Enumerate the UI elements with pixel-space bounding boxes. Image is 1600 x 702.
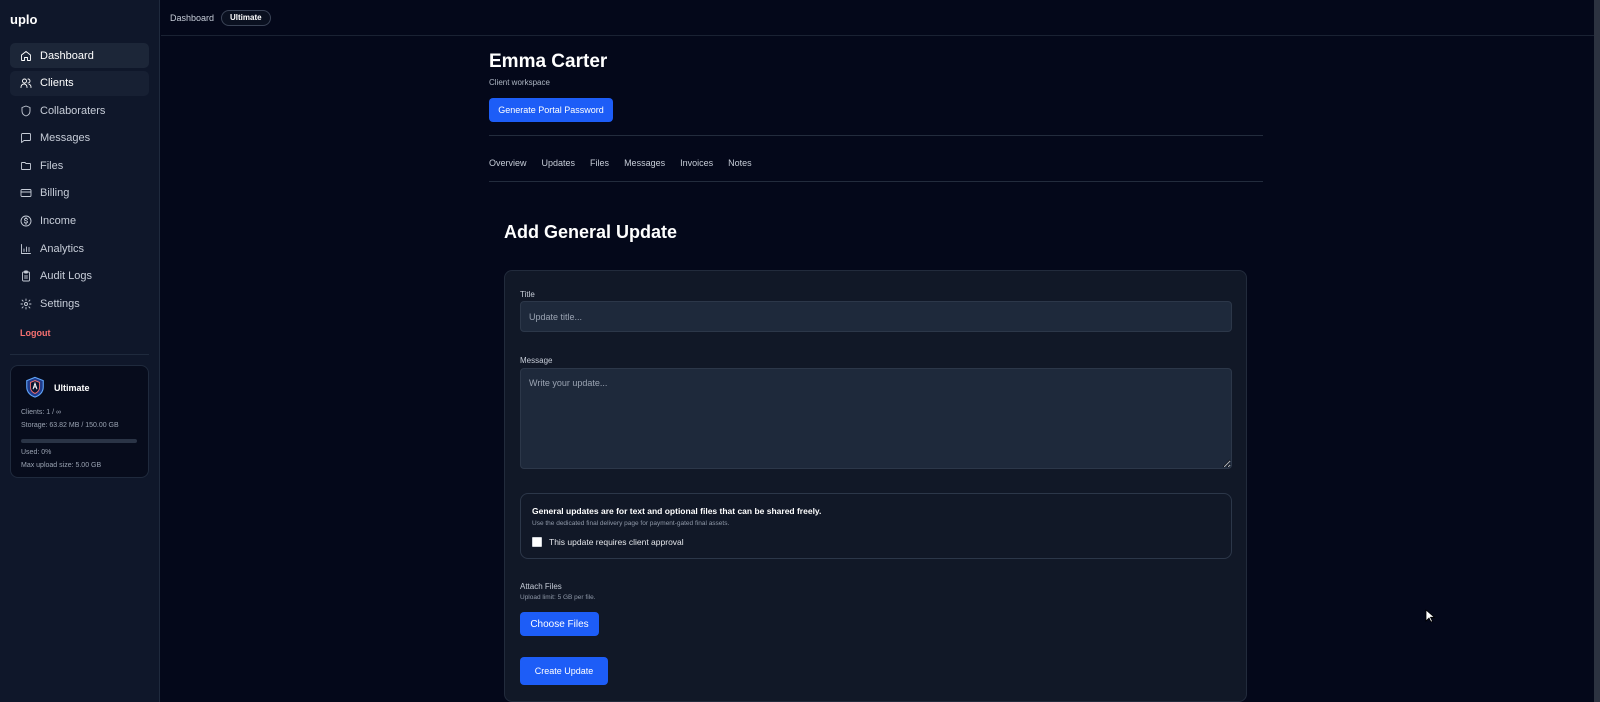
sidebar-item-billing[interactable]: Billing <box>10 181 149 206</box>
create-update-button[interactable]: Create Update <box>520 657 608 685</box>
tab-messages[interactable]: Messages <box>624 158 665 168</box>
sidebar: uplo Dashboard Clients Collaboraters Mes… <box>0 0 160 702</box>
tab-invoices[interactable]: Invoices <box>680 158 713 168</box>
sidebar-item-label: Income <box>40 215 77 228</box>
page-scrollbar[interactable] <box>1594 0 1600 702</box>
sidebar-item-collaboraters[interactable]: Collaboraters <box>10 98 149 123</box>
tab-notes[interactable]: Notes <box>728 158 752 168</box>
notice-subtitle: Use the dedicated final delivery page fo… <box>532 520 730 527</box>
sidebar-item-dashboard[interactable]: Dashboard <box>10 43 149 68</box>
bar-chart-icon <box>21 243 31 254</box>
sidebar-item-label: Files <box>40 159 64 172</box>
choose-files-button[interactable]: Choose Files <box>520 612 599 636</box>
title-label: Title <box>520 290 535 299</box>
divider <box>489 181 1263 182</box>
sidebar-item-label: Clients <box>40 77 74 90</box>
clipboard-icon <box>22 270 30 282</box>
mouse-cursor-icon <box>1425 609 1435 623</box>
message-textarea[interactable] <box>520 368 1232 469</box>
sidebar-item-messages[interactable]: Messages <box>10 126 149 151</box>
plan-name: Ultimate <box>54 383 90 393</box>
divider <box>489 135 1263 136</box>
plan-max-upload: Max upload size: 5.00 GB <box>21 462 102 469</box>
sidebar-item-label: Collaboraters <box>40 104 106 117</box>
shield-icon <box>21 105 31 117</box>
credit-card-icon <box>20 189 32 198</box>
logout-button[interactable]: Logout <box>20 328 51 338</box>
topbar: Dashboard Ultimate <box>161 0 1594 36</box>
client-approval-checkbox[interactable] <box>532 537 542 547</box>
client-name: Emma Carter <box>489 51 608 72</box>
plan-clients: Clients: 1 / ∞ <box>21 409 62 416</box>
sidebar-item-label: Analytics <box>40 242 85 255</box>
upload-limit-note: Upload limit: 5 GB per file. <box>520 594 596 601</box>
plan-storage: Storage: 63.82 MB / 150.00 GB <box>21 422 119 429</box>
sidebar-item-settings[interactable]: Settings <box>10 291 149 316</box>
sidebar-item-clients[interactable]: Clients <box>10 70 149 96</box>
message-icon <box>21 133 31 144</box>
sidebar-item-label: Billing <box>40 187 70 200</box>
sidebar-item-label: Messages <box>40 132 91 145</box>
message-label: Message <box>520 356 553 365</box>
client-approval-label[interactable]: This update requires client approval <box>549 537 684 547</box>
attach-files-label: Attach Files <box>520 582 562 591</box>
add-update-form: Title Message General updates are for te… <box>504 270 1247 702</box>
scrollbar-thumb[interactable] <box>1594 0 1600 702</box>
sidebar-item-audit-logs[interactable]: Audit Logs <box>10 264 149 289</box>
gear-icon <box>20 298 32 310</box>
notice-title: General updates are for text and optiona… <box>532 506 822 516</box>
sidebar-item-analytics[interactable]: Analytics <box>10 236 149 261</box>
update-notice-box: General updates are for text and optiona… <box>520 493 1232 559</box>
tab-overview[interactable]: Overview <box>489 158 527 168</box>
storage-progress-bar <box>21 439 137 443</box>
sidebar-item-income[interactable]: Income <box>10 209 149 234</box>
title-input[interactable] <box>520 301 1232 332</box>
plan-badge: Ultimate <box>221 10 271 26</box>
dollar-icon <box>20 215 32 227</box>
sidebar-item-files[interactable]: Files <box>10 153 149 178</box>
shield-badge-icon <box>26 376 44 398</box>
sidebar-item-label: Settings <box>40 297 80 310</box>
client-tabs: Overview Updates Files Messages Invoices… <box>489 158 767 168</box>
generate-portal-password-button[interactable]: Generate Portal Password <box>489 98 613 122</box>
brand-logo[interactable]: uplo <box>10 12 37 27</box>
home-icon <box>21 50 31 61</box>
folder-icon <box>21 161 31 170</box>
sidebar-item-label: Dashboard <box>40 49 94 62</box>
sidebar-divider <box>10 354 149 355</box>
users-icon <box>20 78 32 89</box>
sidebar-item-label: Audit Logs <box>40 270 92 283</box>
tab-files[interactable]: Files <box>590 158 609 168</box>
page-subtitle: Client workspace <box>489 78 550 87</box>
sidebar-nav: Dashboard Clients Collaboraters Messages… <box>10 43 149 319</box>
plan-used: Used: 0% <box>21 449 52 456</box>
tab-updates[interactable]: Updates <box>542 158 576 168</box>
section-title: Add General Update <box>504 222 678 242</box>
breadcrumb[interactable]: Dashboard <box>170 13 214 23</box>
plan-card: Ultimate Clients: 1 / ∞ Storage: 63.82 M… <box>10 365 149 478</box>
